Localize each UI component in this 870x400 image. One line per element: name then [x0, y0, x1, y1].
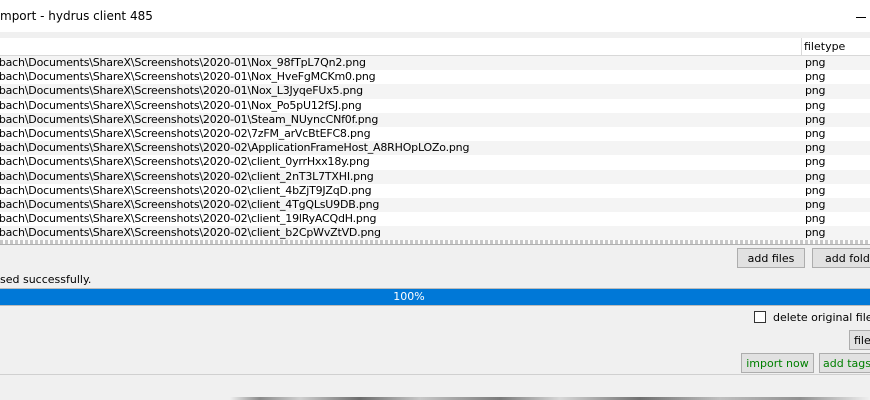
window-title: mport - hydrus client 485 — [0, 9, 153, 23]
progress-label: 100% — [393, 290, 425, 303]
table-row[interactable]: ibach\Documents\ShareX\Screenshots\2020-… — [0, 197, 870, 213]
filetype-cell: png — [805, 212, 826, 226]
path-cell: ibach\Documents\ShareX\Screenshots\2020-… — [0, 155, 370, 169]
status-text: sed successfully. — [0, 273, 92, 286]
path-cell: ibach\Documents\ShareX\Screenshots\2020-… — [0, 141, 470, 155]
delete-original-label[interactable]: delete original files aft — [773, 311, 870, 324]
table-row[interactable]: ibach\Documents\ShareX\Screenshots\2020-… — [0, 84, 870, 99]
column-header-path[interactable] — [0, 38, 802, 55]
add-folder-button[interactable]: add folder — [812, 248, 870, 268]
file-button[interactable]: file — [849, 330, 870, 350]
table-row[interactable]: ibach\Documents\ShareX\Screenshots\2020-… — [0, 98, 870, 113]
table-row[interactable]: ibach\Documents\ShareX\Screenshots\2020-… — [0, 155, 870, 170]
filetype-cell: png — [805, 141, 826, 155]
table-row[interactable]: ibach\Documents\ShareX\Screenshots\2020-… — [0, 141, 870, 156]
table-row[interactable]: ibach\Documents\ShareX\Screenshots\2020-… — [0, 126, 870, 142]
title-bar: mport - hydrus client 485 — [0, 0, 870, 32]
path-cell: ibach\Documents\ShareX\Screenshots\2020-… — [0, 112, 379, 126]
add-tags-button[interactable]: add tags b — [819, 353, 870, 373]
add-files-button[interactable]: add files — [737, 248, 805, 268]
table-row[interactable]: ibach\Documents\ShareX\Screenshots\2020-… — [0, 56, 870, 71]
filetype-cell: png — [805, 169, 826, 183]
filetype-cell: png — [805, 98, 826, 112]
path-cell: ibach\Documents\ShareX\Screenshots\2020-… — [0, 70, 376, 84]
column-header-filetype[interactable]: filetype — [804, 40, 845, 53]
filetype-cell: png — [805, 126, 826, 140]
list-header: filetype — [0, 38, 870, 56]
filetype-cell: png — [805, 183, 826, 197]
table-row[interactable]: ibach\Documents\ShareX\Screenshots\2020-… — [0, 183, 870, 198]
table-row[interactable]: ibach\Documents\ShareX\Screenshots\2020-… — [0, 226, 870, 241]
filetype-cell: png — [805, 56, 826, 69]
filetype-cell: png — [805, 226, 826, 240]
path-cell: ibach\Documents\ShareX\Screenshots\2020-… — [0, 183, 372, 197]
path-cell: ibach\Documents\ShareX\Screenshots\2020-… — [0, 98, 362, 112]
table-row[interactable]: ibach\Documents\ShareX\Screenshots\2020-… — [0, 70, 870, 85]
filetype-cell: png — [805, 155, 826, 169]
delete-original-checkbox[interactable] — [754, 311, 766, 323]
path-cell: ibach\Documents\ShareX\Screenshots\2020-… — [0, 84, 363, 98]
path-cell: ibach\Documents\ShareX\Screenshots\2020-… — [0, 169, 374, 183]
divider — [0, 374, 870, 375]
file-list[interactable]: filetype ibach\Documents\ShareX\Screensh… — [0, 38, 870, 245]
minimize-icon[interactable] — [852, 8, 870, 24]
partial-table-row — [0, 240, 870, 244]
filetype-cell: png — [805, 197, 826, 211]
filetype-cell: png — [805, 70, 826, 84]
table-row[interactable]: ibach\Documents\ShareX\Screenshots\2020-… — [0, 212, 870, 227]
path-cell: ibach\Documents\ShareX\Screenshots\2020-… — [0, 197, 380, 211]
progress-bar: 100% — [0, 288, 870, 306]
filetype-cell: png — [805, 112, 826, 126]
path-cell: ibach\Documents\ShareX\Screenshots\2020-… — [0, 56, 366, 69]
table-row[interactable]: ibach\Documents\ShareX\Screenshots\2020-… — [0, 112, 870, 127]
path-cell: ibach\Documents\ShareX\Screenshots\2020-… — [0, 126, 371, 140]
path-cell: ibach\Documents\ShareX\Screenshots\2020-… — [0, 226, 381, 240]
path-cell: ibach\Documents\ShareX\Screenshots\2020-… — [0, 212, 377, 226]
filetype-cell: png — [805, 84, 826, 98]
table-row[interactable]: ibach\Documents\ShareX\Screenshots\2020-… — [0, 169, 870, 184]
import-now-button[interactable]: import now — [741, 353, 814, 373]
list-rows: ibach\Documents\ShareX\Screenshots\2020-… — [0, 56, 870, 241]
